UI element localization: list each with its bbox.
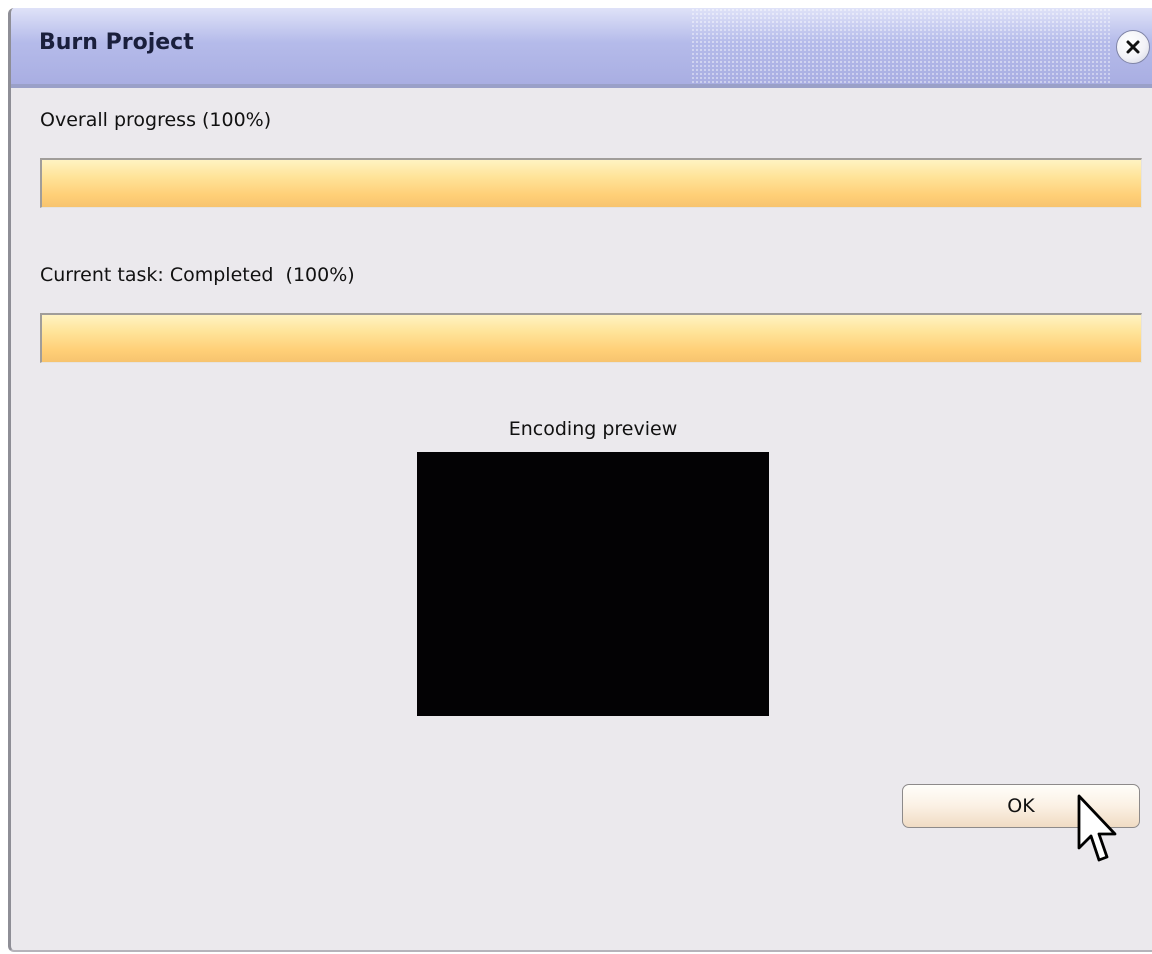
close-button[interactable] (1116, 30, 1150, 64)
title-bar-pattern (691, 8, 1111, 84)
encoding-preview-area (417, 452, 769, 716)
mouse-pointer-icon (1077, 794, 1117, 862)
burn-project-dialog: Burn Project Overall progress (100%) Cur… (8, 8, 1152, 952)
ok-button-label: OK (1007, 795, 1035, 817)
dialog-title: Burn Project (39, 30, 194, 55)
encoding-preview-label: Encoding preview (508, 418, 678, 440)
current-task-progress-fill (42, 315, 1141, 362)
overall-progress-label: Overall progress (100%) (40, 109, 272, 131)
title-bar[interactable]: Burn Project (11, 8, 1152, 88)
overall-progress-bar (40, 158, 1142, 208)
current-task-progress-bar (40, 313, 1142, 363)
close-icon (1126, 40, 1140, 54)
overall-progress-fill (42, 160, 1141, 207)
current-task-label: Current task: Completed (100%) (40, 264, 355, 286)
